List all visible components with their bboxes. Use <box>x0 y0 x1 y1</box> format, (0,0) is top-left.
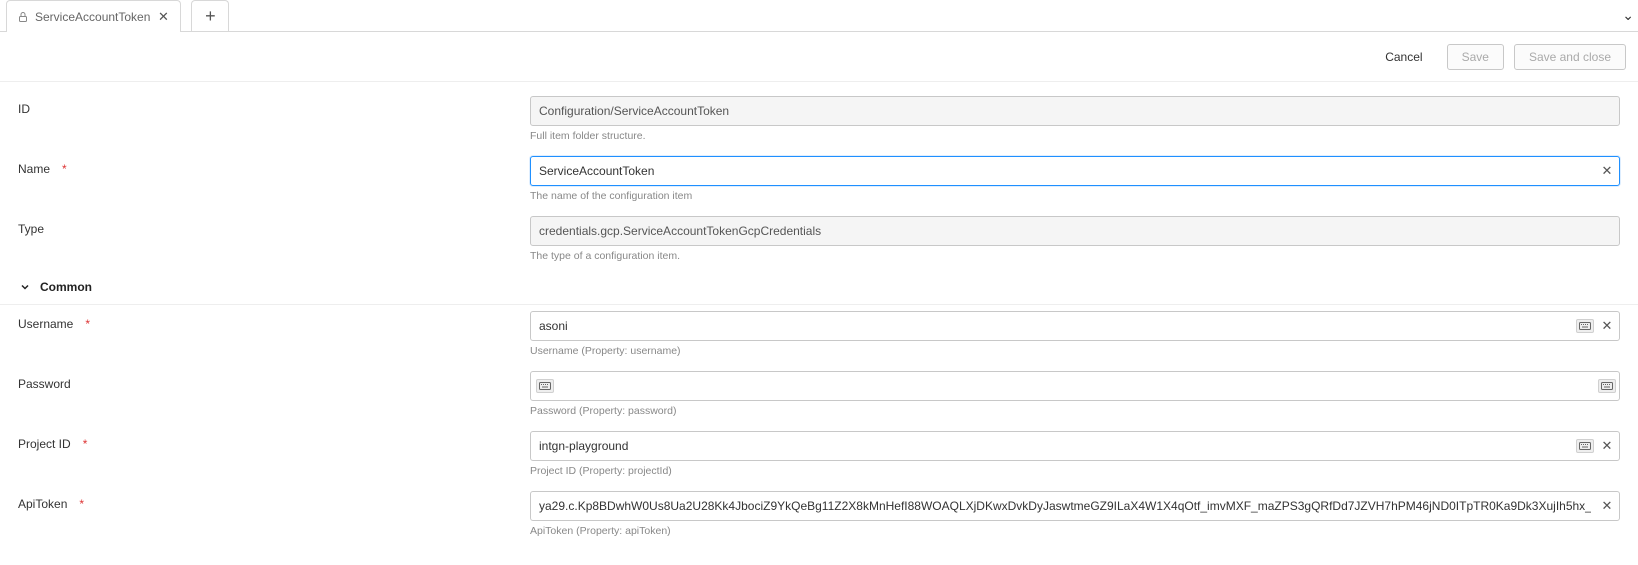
tab-overflow-button[interactable]: ⌄ <box>1622 0 1634 31</box>
keyboard-icon[interactable] <box>1598 379 1616 393</box>
required-marker: * <box>79 497 84 511</box>
row-password: Password Password (Property: password) <box>0 365 1638 425</box>
tab-strip: ServiceAccountToken ✕ + ⌄ <box>0 0 1638 32</box>
project-id-helper: Project ID (Property: projectId) <box>530 465 1620 477</box>
password-field[interactable] <box>530 371 1620 401</box>
row-api-token: ApiToken* ✕ ApiToken (Property: apiToken… <box>0 485 1638 545</box>
password-helper: Password (Property: password) <box>530 405 1620 417</box>
cancel-button[interactable]: Cancel <box>1371 45 1436 69</box>
save-and-close-button[interactable]: Save and close <box>1514 44 1626 70</box>
keyboard-icon[interactable] <box>1576 439 1594 453</box>
row-name: Name * ✕ The name of the configuration it… <box>0 150 1638 210</box>
row-id: ID Full item folder structure. <box>0 90 1638 150</box>
add-tab-button[interactable]: + <box>191 0 229 31</box>
clear-icon[interactable]: ✕ <box>1598 437 1616 455</box>
username-helper: Username (Property: username) <box>530 345 1620 357</box>
close-icon[interactable]: ✕ <box>156 10 170 24</box>
save-button[interactable]: Save <box>1447 44 1504 70</box>
type-helper: The type of a configuration item. <box>530 250 1620 262</box>
section-common-toggle[interactable]: Common <box>0 270 1638 305</box>
keyboard-icon[interactable] <box>1576 319 1594 333</box>
type-field <box>530 216 1620 246</box>
username-field[interactable] <box>530 311 1620 341</box>
row-project-id: Project ID * ✕ Project ID (Property: proj… <box>0 425 1638 485</box>
tab-active[interactable]: ServiceAccountToken ✕ <box>6 0 181 32</box>
section-common-title: Common <box>40 280 92 294</box>
keyboard-icon[interactable] <box>536 379 554 393</box>
type-label: Type <box>18 222 44 236</box>
id-label: ID <box>18 102 30 116</box>
project-id-label: Project ID <box>18 437 71 451</box>
required-marker: * <box>85 317 90 331</box>
plus-icon: + <box>205 6 216 27</box>
clear-icon[interactable]: ✕ <box>1598 317 1616 335</box>
chevron-down-icon: ⌄ <box>1622 7 1634 24</box>
id-field <box>530 96 1620 126</box>
required-marker: * <box>62 162 67 176</box>
api-token-field[interactable] <box>530 491 1620 521</box>
tab-label: ServiceAccountToken <box>35 10 150 24</box>
clear-icon[interactable]: ✕ <box>1598 162 1616 180</box>
api-token-label: ApiToken <box>18 497 67 511</box>
name-field[interactable] <box>530 156 1620 186</box>
lock-icon <box>17 11 29 23</box>
password-label: Password <box>18 377 71 391</box>
name-label: Name <box>18 162 50 176</box>
required-marker: * <box>83 437 88 451</box>
username-label: Username <box>18 317 73 331</box>
name-helper: The name of the configuration item <box>530 190 1620 202</box>
project-id-field[interactable] <box>530 431 1620 461</box>
id-helper: Full item folder structure. <box>530 130 1620 142</box>
action-bar: Cancel Save Save and close <box>0 32 1638 82</box>
form: ID Full item folder structure. Name * ✕ T… <box>0 82 1638 565</box>
row-username: Username * ✕ Username (Property: username… <box>0 305 1638 365</box>
row-type: Type The type of a configuration item. <box>0 210 1638 270</box>
chevron-down-icon <box>18 280 32 294</box>
api-token-helper: ApiToken (Property: apiToken) <box>530 525 1620 537</box>
